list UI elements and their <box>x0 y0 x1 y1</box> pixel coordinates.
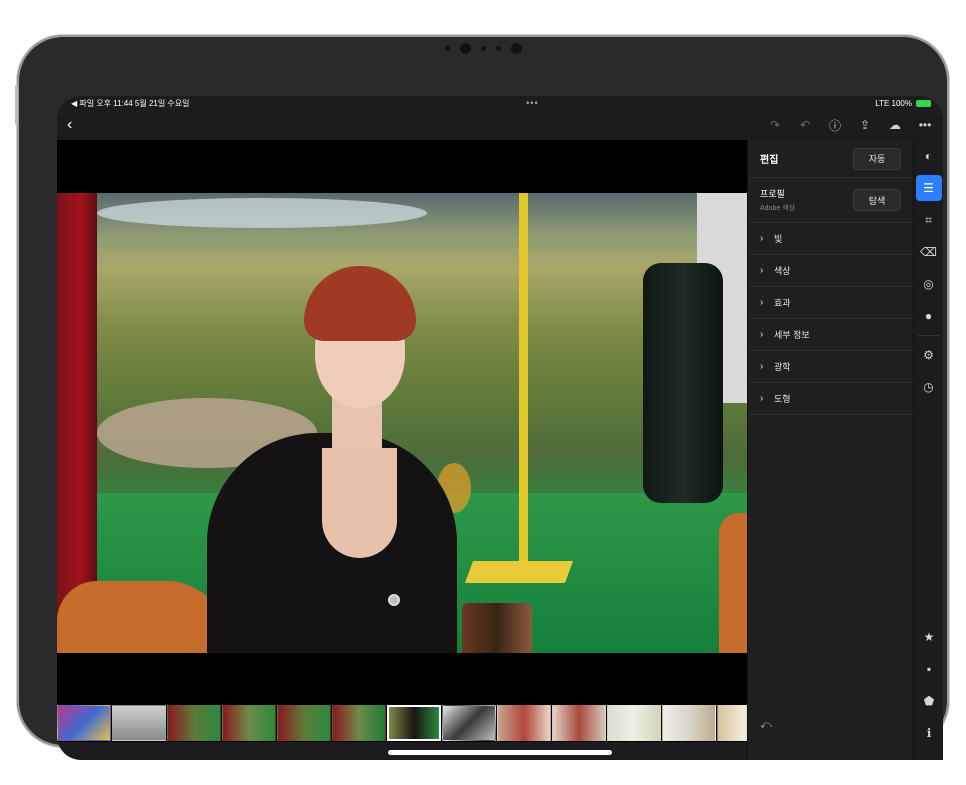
share-icon[interactable]: ⇪ <box>857 118 873 132</box>
status-right: LTE 100% <box>875 99 931 108</box>
versions-icon[interactable]: ⚙ <box>916 342 942 368</box>
section-light[interactable]: › 빛 <box>748 223 913 255</box>
crop-icon[interactable]: ⌗ <box>916 207 942 233</box>
chevron-right-icon: › <box>760 329 764 340</box>
filmstrip-thumb[interactable] <box>57 705 111 741</box>
tag-icon[interactable]: ⬟ <box>916 688 942 714</box>
top-toolbar: ‹ ↷ ↶ ⓘ ⇪ ☁ ••• <box>57 110 943 140</box>
edit-sliders-icon[interactable]: ☰ <box>915 175 942 201</box>
status-bar: ◀ 파일 오후 11:44 5월 21일 수요일 ••• LTE 100% <box>57 96 943 110</box>
chevron-left-icon[interactable]: ‹ <box>67 116 87 134</box>
masking-icon[interactable]: ◎ <box>916 271 942 297</box>
filmstrip-thumb[interactable] <box>167 705 221 741</box>
chevron-right-icon: › <box>760 393 764 404</box>
profile-label: 프로필 <box>760 189 785 199</box>
filmstrip-thumb[interactable] <box>332 705 386 741</box>
profile-value: Adobe 색상 <box>760 205 796 212</box>
info-icon[interactable]: ℹ <box>916 720 942 746</box>
tool-rail: ◐ ☰ ⌗ ⌫ ◎ ● ⚙ ◷ ★ ▪ ⬟ ℹ <box>913 140 943 760</box>
filmstrip-thumb[interactable] <box>112 705 166 741</box>
auto-button[interactable]: 자동 <box>853 147 901 170</box>
presets-icon[interactable]: ◐ <box>916 143 942 169</box>
toolbar-actions: ↷ ↶ ⓘ ⇪ ☁ ••• <box>767 117 933 134</box>
filmstrip-thumb[interactable] <box>497 705 551 741</box>
profile-row: 프로필 Adobe 색상 탐색 <box>748 178 913 223</box>
photo-canvas[interactable] <box>57 140 747 704</box>
undo-icon[interactable]: ↶ <box>797 118 813 132</box>
multitask-dots[interactable]: ••• <box>526 98 538 108</box>
section-geometry[interactable]: › 도형 <box>748 383 913 415</box>
reset-undo-icon[interactable]: ⤺ <box>760 719 772 732</box>
home-indicator[interactable] <box>388 750 612 755</box>
chevron-right-icon: › <box>760 265 764 276</box>
section-optics[interactable]: › 광학 <box>748 351 913 383</box>
chevron-right-icon: › <box>760 297 764 308</box>
status-left: ◀ 파일 오후 11:44 5월 21일 수요일 <box>71 98 190 108</box>
photo-preview[interactable] <box>57 193 747 653</box>
more-icon[interactable]: ••• <box>917 118 933 132</box>
redo-icon[interactable]: ↷ <box>767 118 783 132</box>
filmstrip-thumb[interactable] <box>442 705 496 741</box>
filmstrip-thumb-selected[interactable] <box>387 705 441 741</box>
mask-pin[interactable] <box>388 594 400 606</box>
blur-drop-icon[interactable]: ● <box>916 303 942 329</box>
history-icon[interactable]: ◷ <box>916 374 942 400</box>
chevron-right-icon: › <box>760 233 764 244</box>
cloud-sync-icon[interactable]: ☁ <box>887 118 903 132</box>
edit-panel: 편집 자동 프로필 Adobe 색상 탐색 › 빛 › 색상 › 효과 › 세부… <box>747 140 913 760</box>
section-color[interactable]: › 색상 <box>748 255 913 287</box>
filmstrip-thumb[interactable] <box>222 705 276 741</box>
edit-panel-header: 편집 자동 <box>748 140 913 178</box>
filmstrip <box>57 704 771 742</box>
chevron-right-icon: › <box>760 361 764 372</box>
filmstrip-thumb[interactable] <box>277 705 331 741</box>
battery-icon <box>915 99 931 107</box>
filmstrip-thumb[interactable] <box>607 705 661 741</box>
comment-icon[interactable]: ▪ <box>916 656 942 682</box>
section-effects[interactable]: › 효과 <box>748 287 913 319</box>
filmstrip-thumb[interactable] <box>552 705 606 741</box>
help-icon[interactable]: ⓘ <box>827 117 843 134</box>
golf-bag <box>643 263 723 503</box>
rating-star-icon[interactable]: ★ <box>916 624 942 650</box>
filmstrip-thumb[interactable] <box>662 705 716 741</box>
heal-eraser-icon[interactable]: ⌫ <box>916 239 942 265</box>
ipad-frame: ◀ 파일 오후 11:44 5월 21일 수요일 ••• LTE 100% ‹ … <box>15 35 949 760</box>
app-screen: ◀ 파일 오후 11:44 5월 21일 수요일 ••• LTE 100% ‹ … <box>57 96 943 760</box>
side-button <box>15 85 18 125</box>
front-camera <box>17 43 949 54</box>
section-detail[interactable]: › 세부 정보 <box>748 319 913 351</box>
browse-button[interactable]: 탐색 <box>853 189 901 211</box>
panel-title: 편집 <box>760 155 779 166</box>
